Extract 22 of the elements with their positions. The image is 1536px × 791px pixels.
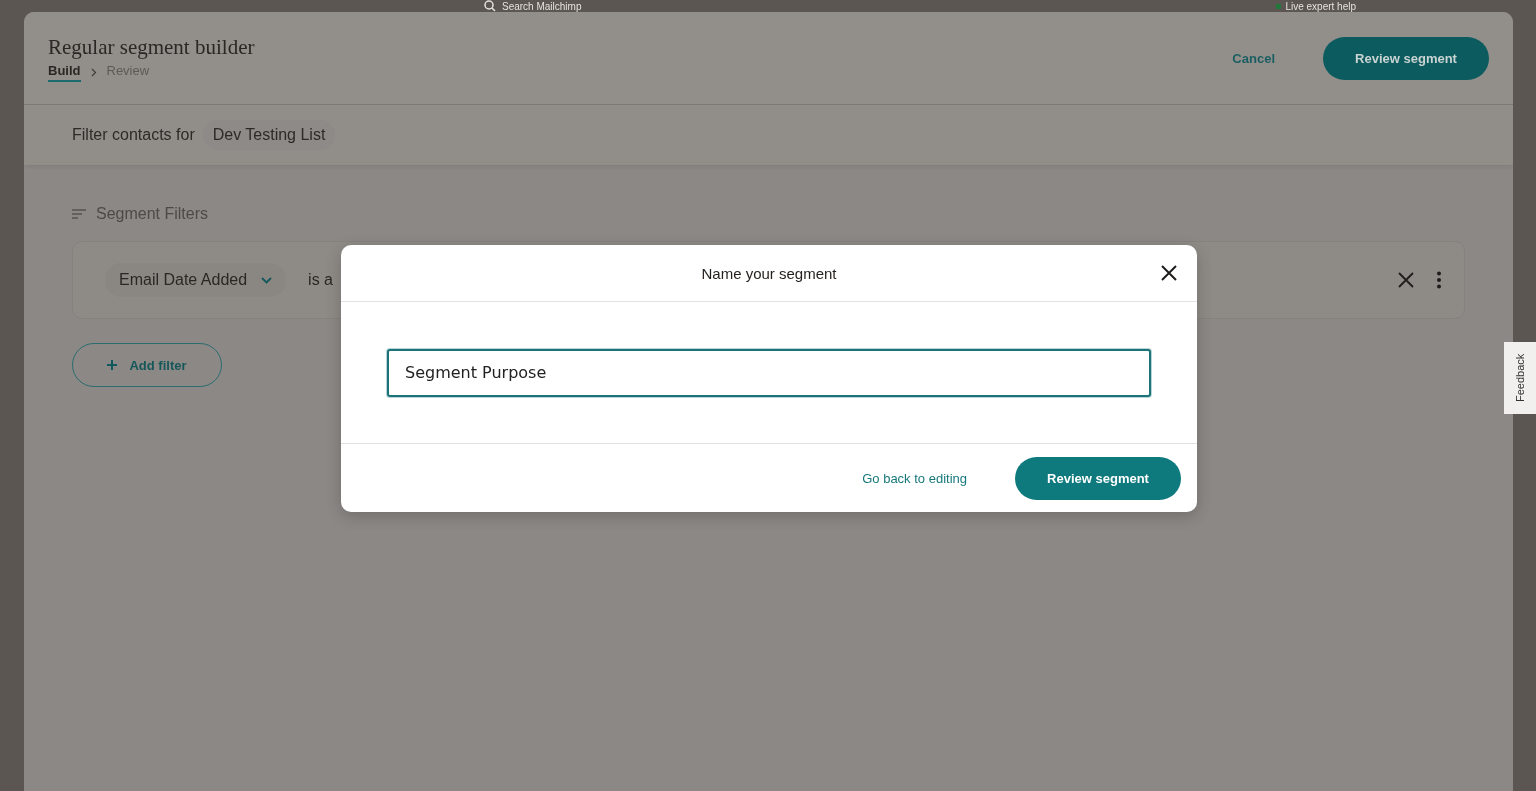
section-title: Segment Filters xyxy=(96,205,209,223)
audience-name: Dev Testing List xyxy=(202,120,336,150)
page-title: Regular segment builder xyxy=(48,34,255,60)
operator-text: is a xyxy=(308,271,333,289)
chevron-right-icon xyxy=(90,67,97,77)
chevron-down-icon xyxy=(261,276,273,284)
close-icon[interactable] xyxy=(1161,265,1177,281)
field-dropdown[interactable]: Email Date Added xyxy=(105,263,287,297)
feedback-tab[interactable]: Feedback xyxy=(1504,342,1536,414)
filter-label: Filter contacts for xyxy=(72,126,195,144)
segment-name-field[interactable]: Segment Purpose xyxy=(387,348,1151,397)
review-segment-button[interactable]: Review segment xyxy=(1015,456,1181,500)
review-segment-button[interactable]: Review segment xyxy=(1323,36,1489,80)
dialog-title: Name your segment xyxy=(701,264,837,282)
step-tab[interactable]: Build xyxy=(48,62,81,82)
more-vertical-icon[interactable] xyxy=(1436,271,1442,289)
filter-lines-icon xyxy=(72,209,86,219)
help-link[interactable]: Live expert help xyxy=(1285,0,1356,12)
plus-icon xyxy=(107,360,118,370)
search-icon xyxy=(484,0,496,12)
search-field[interactable]: Search Mailchimp xyxy=(502,0,702,12)
go-back-link[interactable]: Go back to editing xyxy=(862,470,967,486)
